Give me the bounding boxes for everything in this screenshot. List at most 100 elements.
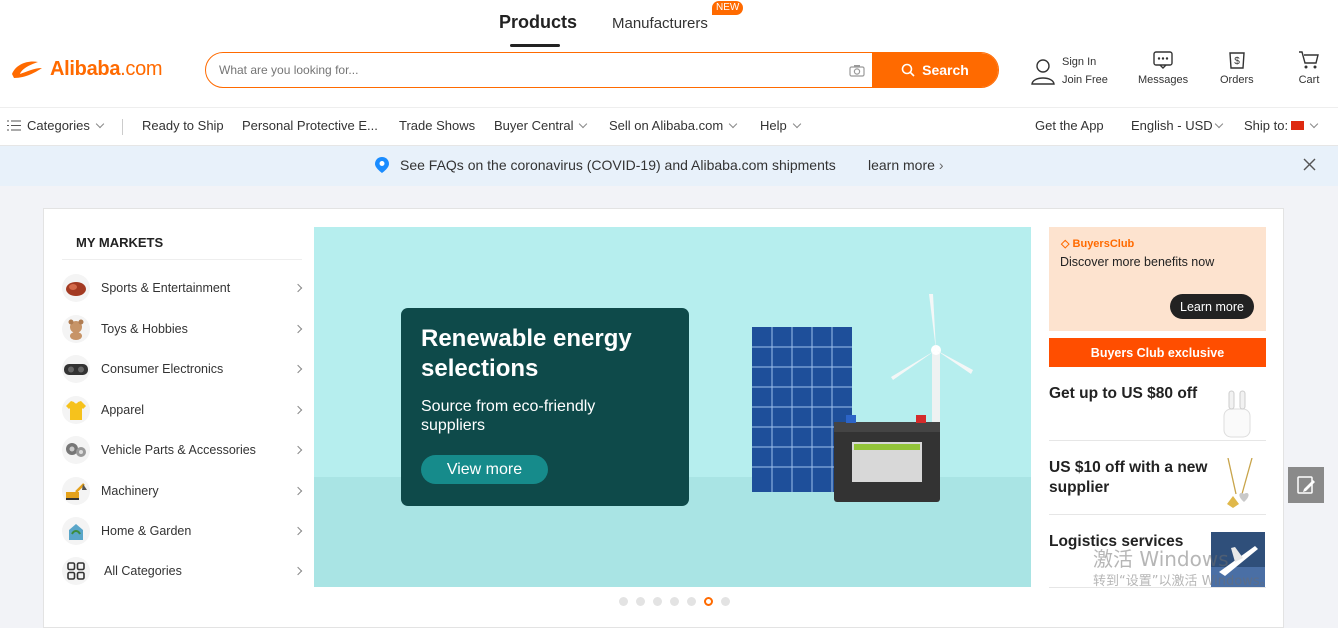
chevron-down-icon (1309, 119, 1319, 129)
windows-activation-watermark: 激活 Windows (1093, 547, 1229, 571)
market-item-label: Vehicle Parts & Accessories (101, 443, 256, 457)
nav-ppe[interactable]: Personal Protective E... (242, 118, 378, 133)
covid-notice-bar: See FAQs on the coronavirus (COVID-19) a… (0, 146, 1338, 186)
chevron-down-icon (95, 119, 105, 129)
search-button[interactable]: Search (872, 53, 998, 87)
learn-more-label: learn more (868, 157, 935, 173)
learn-more-button[interactable]: Learn more (1170, 294, 1254, 319)
logo-suffix: .com (120, 57, 163, 80)
sign-in-area[interactable]: Sign In Join Free (1030, 53, 1108, 89)
electronics-icon (62, 355, 90, 383)
carousel-dot[interactable] (670, 597, 679, 606)
offer-80-off[interactable]: Get up to US $80 off (1049, 384, 1209, 404)
nav-help[interactable]: Help (760, 118, 801, 133)
chevron-down-icon (579, 119, 588, 129)
new-badge: NEW (712, 1, 744, 15)
alibaba-logo-icon (12, 61, 42, 78)
offer-divider (1049, 440, 1266, 441)
vehicle-parts-icon (62, 436, 90, 464)
buyers-club-logo: ◇ BuyersClub (1061, 237, 1134, 250)
chevron-down-icon (1214, 119, 1223, 129)
logo-text: Alibaba (50, 57, 121, 80)
camera-icon[interactable] (842, 53, 872, 87)
chevron-right-icon (293, 364, 303, 374)
market-item-toys[interactable]: Toys & Hobbies (62, 314, 307, 344)
chevron-right-icon (293, 566, 303, 576)
market-item-sports[interactable]: Sports & Entertainment (62, 273, 307, 303)
ship-to-label: Ship to: (1244, 118, 1289, 133)
search-input[interactable] (206, 53, 842, 87)
buyer-central-label: Buyer Central (494, 118, 574, 133)
categories-menu[interactable]: Categories (7, 118, 105, 133)
active-tab-indicator (510, 44, 560, 47)
nav-ready-to-ship[interactable]: Ready to Ship (142, 118, 224, 133)
buyers-club-card[interactable]: ◇ BuyersClub Discover more benefits now … (1049, 227, 1266, 331)
market-item-label: Sports & Entertainment (101, 281, 231, 295)
markets-divider (62, 259, 302, 260)
battery-illustration (834, 415, 940, 502)
search-button-label: Search (922, 62, 969, 78)
cart-button[interactable]: Cart (1298, 50, 1320, 86)
market-item-label: Machinery (101, 484, 159, 498)
view-more-button[interactable]: View more (421, 455, 548, 484)
offer-new-supplier[interactable]: US $10 off with a new supplier (1049, 458, 1214, 498)
chevron-down-icon (792, 119, 801, 129)
close-icon[interactable] (1303, 158, 1316, 171)
nav-get-app[interactable]: Get the App (1035, 118, 1104, 133)
location-pin-icon (375, 157, 389, 173)
market-item-label: Apparel (101, 403, 145, 417)
carousel-dot[interactable] (653, 597, 662, 606)
buyers-club-exclusive-banner[interactable]: Buyers Club exclusive (1049, 338, 1266, 367)
market-item-machinery[interactable]: Machinery (62, 476, 307, 506)
sports-icon (62, 274, 90, 302)
messages-icon (1153, 51, 1173, 69)
carousel-dot[interactable] (721, 597, 730, 606)
machinery-icon (62, 477, 90, 505)
chevron-right-icon (293, 445, 303, 455)
categories-label: Categories (27, 118, 90, 133)
nav-ship-to[interactable]: Ship to: (1244, 118, 1319, 133)
cart-icon (1299, 51, 1319, 69)
market-item-label: Toys & Hobbies (101, 322, 188, 336)
tab-manufacturers[interactable]: Manufacturers (612, 15, 708, 32)
market-item-all-categories[interactable]: All Categories (62, 556, 307, 586)
apparel-icon (62, 396, 90, 424)
carousel-dot-active[interactable] (704, 597, 713, 606)
promo-subtitle: Source from eco-friendly suppliers (421, 398, 596, 434)
tab-products[interactable]: Products (499, 12, 577, 33)
sign-in-link[interactable]: Sign In (1062, 53, 1108, 71)
orders-icon: $ (1229, 52, 1245, 69)
market-item-apparel[interactable]: Apparel (62, 395, 307, 425)
orders-label: Orders (1220, 74, 1254, 86)
chevron-right-icon (293, 486, 303, 496)
chevron-right-icon (293, 526, 303, 536)
china-flag-icon (1291, 121, 1305, 130)
top-header: Products Manufacturers NEW Alibaba.com S… (0, 0, 1338, 107)
nav-buyer-central[interactable]: Buyer Central (494, 118, 588, 133)
promo-title: Renewable energy selections (421, 325, 632, 382)
hero-banner[interactable]: Renewable energy selections Source from … (314, 227, 1031, 587)
market-item-vehicle-parts[interactable]: Vehicle Parts & Accessories (62, 435, 307, 465)
messages-label: Messages (1138, 74, 1189, 86)
nav-sell[interactable]: Sell on Alibaba.com (609, 118, 738, 133)
nav-language[interactable]: English - USD (1131, 118, 1223, 133)
search-bar: Search (205, 52, 999, 88)
feedback-icon (1297, 476, 1315, 494)
messages-button[interactable]: Messages (1138, 50, 1188, 86)
notice-learn-more-link[interactable]: learn more › (868, 157, 943, 173)
market-item-label: Home & Garden (101, 524, 192, 538)
market-item-home-garden[interactable]: Home & Garden (62, 516, 307, 546)
carousel-dot[interactable] (687, 597, 696, 606)
carousel-dot[interactable] (619, 597, 628, 606)
feedback-button[interactable] (1288, 467, 1324, 503)
carousel-dot[interactable] (636, 597, 645, 606)
nav-trade-shows[interactable]: Trade Shows (399, 118, 475, 133)
market-item-label: Consumer Electronics (101, 362, 224, 376)
orders-button[interactable]: $ Orders (1220, 50, 1254, 86)
market-item-label: All Categories (104, 564, 182, 578)
alibaba-logo[interactable]: Alibaba.com (8, 56, 163, 82)
chevron-right-icon: › (938, 157, 944, 173)
chevron-right-icon (293, 283, 303, 293)
join-free-link[interactable]: Join Free (1062, 71, 1108, 89)
market-item-electronics[interactable]: Consumer Electronics (62, 354, 307, 384)
